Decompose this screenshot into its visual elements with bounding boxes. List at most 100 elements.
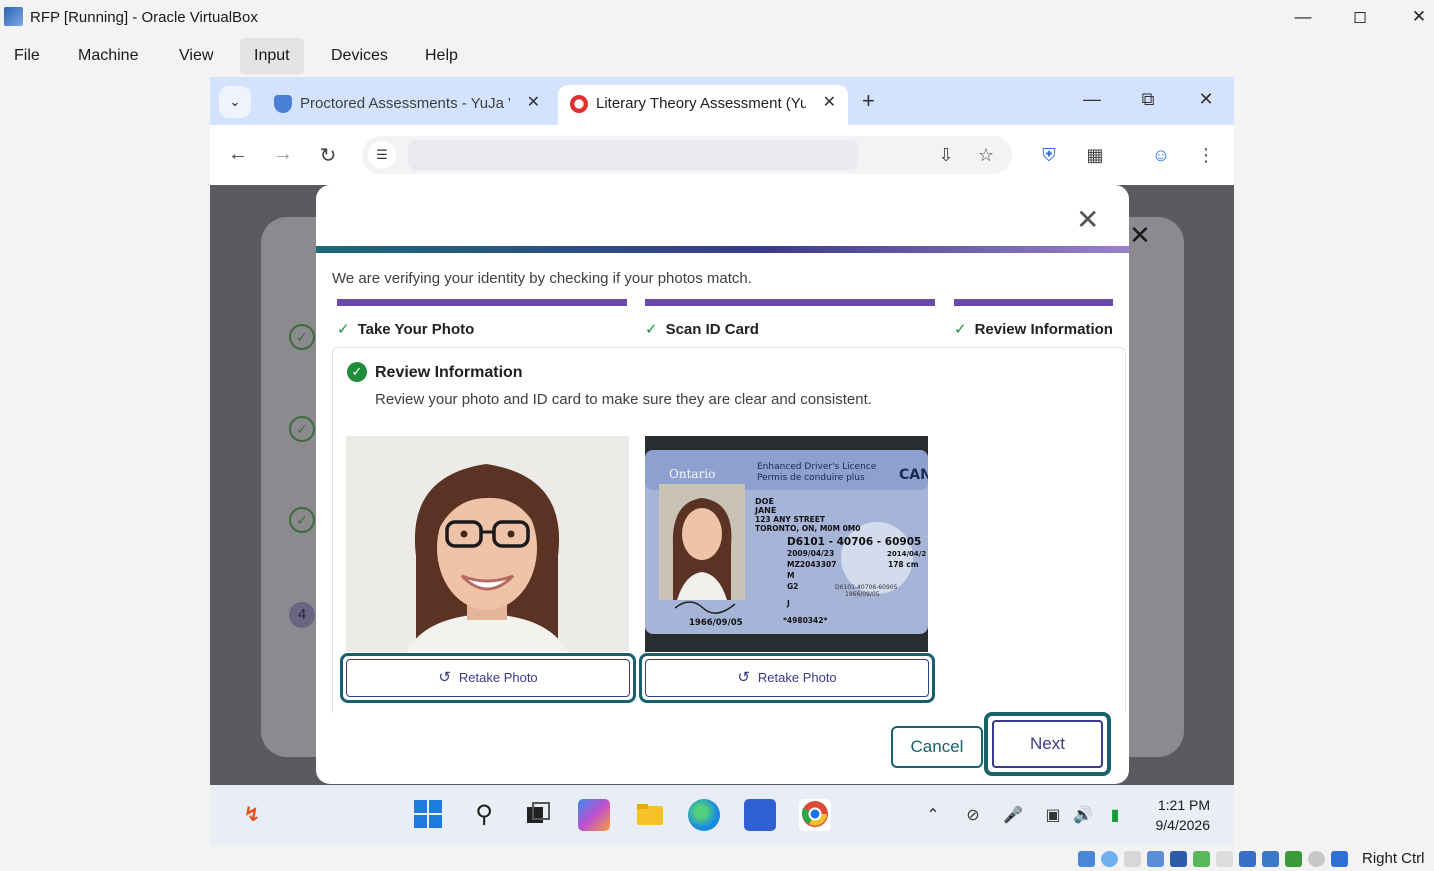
vbox-titlebar: RFP [Running] - Oracle VirtualBox — ◻ ✕ <box>0 0 1434 34</box>
cpu-icon <box>1285 851 1302 867</box>
battery-charging-icon[interactable]: ▮ <box>1102 805 1128 825</box>
file-explorer-folder-icon[interactable] <box>634 799 666 831</box>
menu-view[interactable]: View <box>165 38 227 74</box>
modal-close-icon[interactable]: ✕ <box>1076 203 1099 236</box>
menu-devices[interactable]: Devices <box>317 38 402 74</box>
microphone-icon[interactable]: 🎤 <box>1000 805 1026 825</box>
forward-arrow-icon[interactable]: → <box>271 143 295 166</box>
id-side-number: D6101-40706-60905 <box>835 584 898 591</box>
edge-browser-icon[interactable] <box>688 799 720 831</box>
window-title: RFP [Running] - Oracle VirtualBox <box>30 9 258 26</box>
background-close-icon[interactable]: ✕ <box>1129 220 1151 251</box>
vbox-menubar: File Machine View Input Devices Help <box>0 36 1434 76</box>
shared-folders-icon <box>1216 851 1233 867</box>
chrome-toolbar: ← → ↻ ☰ ⇩ ☆ ⛨ ▦ ☺ ⋮ <box>210 125 1234 185</box>
cancel-button[interactable]: Cancel <box>891 726 983 768</box>
hard-disk-icon <box>1078 851 1095 867</box>
id-surname: DOE <box>755 497 774 506</box>
id-height: 178 cm <box>888 560 919 569</box>
menu-input[interactable]: Input <box>240 38 304 74</box>
retake-rotate-icon: ↺ <box>737 669 750 686</box>
retake-photo-button[interactable]: ↺ Retake Photo <box>346 659 630 697</box>
start-windows-icon[interactable] <box>412 799 444 831</box>
id-address-line1: 123 ANY STREET <box>755 515 826 524</box>
more-menu-icon[interactable]: ⋮ <box>1193 142 1219 168</box>
tab-close-icon[interactable]: ✕ <box>527 92 540 112</box>
id-side-date: 1966/09/05 <box>845 591 880 598</box>
omnibox: ☰ <box>362 136 1012 174</box>
id-issue-date: 2009/04/23 <box>787 549 834 558</box>
next-button[interactable]: Next <box>992 720 1103 768</box>
id-barcode-number: *4980342* <box>783 616 827 625</box>
tab-search-chevron-down-icon[interactable]: ⌄ <box>219 86 251 118</box>
site-settings-tune-icon[interactable]: ☰ <box>368 141 396 169</box>
review-title: Review Information <box>375 364 523 381</box>
minimize-icon[interactable]: — <box>1283 5 1323 29</box>
review-description: Review your photo and ID card to make su… <box>375 391 872 408</box>
taskbar-clock[interactable]: 1:21 PM 9/4/2026 <box>1134 795 1211 835</box>
menu-machine[interactable]: Machine <box>64 38 152 74</box>
check-icon: ✓ <box>337 321 350 338</box>
chrome-browser-icon[interactable] <box>799 799 831 831</box>
browser-close-icon[interactable]: ✕ <box>1191 89 1221 110</box>
retake-id-focus-ring: ↺ Retake Photo <box>639 653 935 703</box>
extensions-puzzle-icon[interactable]: ▦ <box>1082 142 1108 168</box>
reload-icon[interactable]: ↻ <box>316 143 340 168</box>
keyboard-capture-icon <box>1331 851 1348 867</box>
step-progress-bar <box>954 299 1113 306</box>
new-tab-plus-icon[interactable]: + <box>862 88 875 114</box>
id-given-name: JANE <box>754 506 776 515</box>
step-review-information: ✓ Review Information <box>954 299 1113 338</box>
close-icon[interactable]: ✕ <box>1399 5 1434 29</box>
windows-taskbar: ↯ ⚲ ⌃ ⊘ 🎤 ▣ 🔊 ▮ 1:21 PM 9/4/2026 <box>210 785 1234 845</box>
install-app-icon[interactable]: ⇩ <box>933 142 959 168</box>
id-reference: MZ2043307 <box>787 560 836 569</box>
tab-proctored-assessments[interactable]: Proctored Assessments - YuJa V ✕ <box>262 85 552 125</box>
network-icon[interactable]: ▣ <box>1040 805 1066 825</box>
check-icon: ✓ <box>645 321 658 338</box>
retake-id-photo-button[interactable]: ↺ Retake Photo <box>645 659 929 697</box>
menu-help[interactable]: Help <box>411 38 472 74</box>
widgets-icon[interactable]: ↯ <box>236 799 268 831</box>
clock-time: 1:21 PM <box>1157 797 1210 813</box>
recording-icon <box>1262 851 1279 867</box>
id-licence-title-en: Enhanced Driver's Licence <box>757 462 877 472</box>
menu-file[interactable]: File <box>0 38 54 74</box>
profile-avatar-icon[interactable]: ☺ <box>1148 142 1174 168</box>
tab-label: Proctored Assessments - YuJa V <box>300 95 510 112</box>
id-licence-number: D6101 - 40706 - 60905 <box>787 536 921 548</box>
microsoft-store-icon[interactable] <box>744 799 776 831</box>
step-progress-bar <box>645 299 935 306</box>
display-icon <box>1239 851 1256 867</box>
bookmark-star-icon[interactable]: ☆ <box>973 142 999 168</box>
task-view-icon[interactable] <box>522 799 554 831</box>
copilot-m365-icon[interactable] <box>578 799 610 831</box>
audio-icon <box>1147 851 1164 867</box>
check-icon: ✓ <box>954 321 967 338</box>
address-bar[interactable] <box>408 140 858 170</box>
floppy-icon <box>1124 851 1141 867</box>
browser-restore-icon[interactable]: ⧉ <box>1133 89 1163 110</box>
guest-screen: ⌄ Proctored Assessments - YuJa V ✕ Liter… <box>210 77 1234 845</box>
chrome-tab-strip: ⌄ Proctored Assessments - YuJa V ✕ Liter… <box>210 77 1234 125</box>
show-hidden-icons-chevron-up-icon[interactable]: ⌃ <box>920 805 946 825</box>
id-dob: 1966/09/05 <box>689 618 743 628</box>
modal-header-divider <box>316 246 1129 253</box>
browser-minimize-icon[interactable]: — <box>1077 89 1107 110</box>
yuja-extension-shield-icon[interactable]: ⛨ <box>1036 142 1062 168</box>
maximize-icon[interactable]: ◻ <box>1340 5 1380 29</box>
tab-literary-theory[interactable]: Literary Theory Assessment (Yu ✕ <box>558 85 848 125</box>
tab-close-icon[interactable]: ✕ <box>823 92 836 112</box>
id-expiry-date: 2014/04/2 <box>887 550 926 558</box>
id-class: G2 <box>787 582 798 591</box>
canvas-icon <box>570 95 588 113</box>
id-province: Ontario <box>669 467 715 481</box>
back-arrow-icon[interactable]: ← <box>226 143 250 166</box>
identity-verification-modal: ✕ We are verifying your identity by chec… <box>316 185 1129 784</box>
camera-off-icon[interactable]: ⊘ <box>960 805 986 825</box>
host-key-label: Right Ctrl <box>1362 850 1425 867</box>
retake-photo-focus-ring: ↺ Retake Photo <box>340 653 636 703</box>
id-sex: M <box>787 571 794 580</box>
volume-icon[interactable]: 🔊 <box>1070 805 1096 825</box>
search-icon[interactable]: ⚲ <box>468 799 500 831</box>
